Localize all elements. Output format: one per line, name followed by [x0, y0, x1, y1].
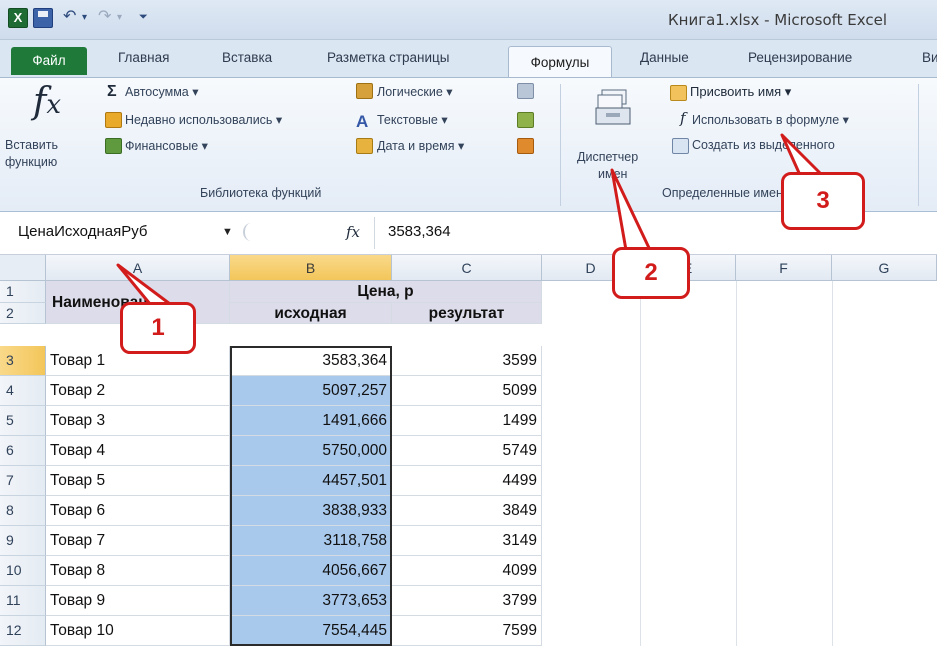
callout-1: 1	[120, 302, 196, 354]
callout-3: 3	[781, 172, 865, 230]
callout-2: 2	[612, 247, 690, 299]
